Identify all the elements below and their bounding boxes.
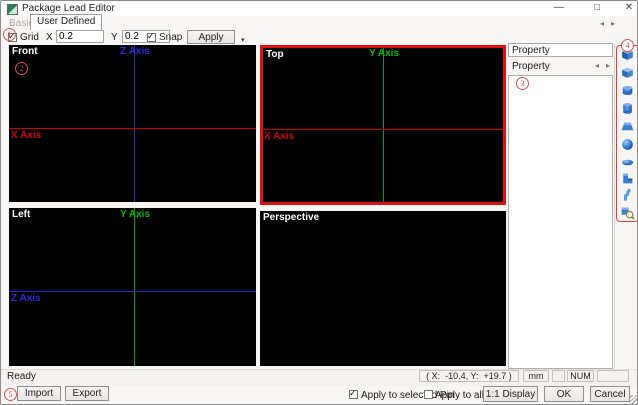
viewport-top-label: Top (266, 49, 284, 60)
property-grid[interactable] (508, 75, 613, 369)
left-z-axis-label: Z Axis (11, 293, 41, 304)
tab-user-defined[interactable]: User Defined (30, 14, 103, 30)
num-lock-indicator: NUM (567, 370, 594, 382)
status-message: Ready (7, 371, 36, 382)
y-label: Y (111, 32, 118, 43)
status-blank-cell-2 (597, 370, 629, 382)
window-title: Package Lead Editor (22, 3, 115, 14)
top-x-axis-label: X Axis (264, 131, 295, 142)
cursor-coordinates: ( X: -10.4, Y: +19.7 ) (419, 370, 519, 382)
viewport-front-label: Front (12, 46, 38, 57)
left-y-axis-label: Y Axis (119, 209, 151, 220)
property-tab[interactable]: Property (512, 61, 550, 72)
viewport-front[interactable]: Front Z Axis X Axis (9, 45, 256, 202)
grid-x-input[interactable] (56, 30, 104, 43)
viewport-left-label: Left (12, 209, 31, 220)
viewport-top[interactable]: Top Y Axis X Axis (260, 45, 506, 205)
left-y-axis-line (134, 208, 135, 366)
annotation-5: 5 (4, 388, 17, 401)
tab-scroll-right-icon[interactable]: ▸ (608, 19, 618, 29)
cancel-button[interactable]: Cancel (590, 386, 630, 402)
top-y-axis-label: Y Axis (368, 48, 400, 59)
package-lead-editor-window: Package Lead Editor — □ ✕ Basic User Def… (0, 0, 638, 405)
annotation-4-rectangle (616, 45, 637, 222)
annotation-2: 2 (15, 62, 28, 75)
toolbar-more-icon[interactable]: ▾ (241, 36, 245, 44)
apply-all-pins-checkbox[interactable] (424, 390, 433, 399)
panel-divider (614, 43, 615, 369)
units-indicator: mm (523, 370, 549, 382)
app-icon (7, 4, 18, 15)
maximize-button[interactable]: □ (589, 1, 605, 14)
snap-checkbox[interactable] (147, 31, 156, 42)
display-1to1-button[interactable]: 1:1 Display (483, 386, 538, 402)
viewport-perspective[interactable]: Perspective (260, 211, 506, 366)
property-panel-header: Property (508, 43, 613, 57)
property-scroll-left-icon[interactable]: ◂ (592, 61, 602, 71)
property-tab-row: Property ◂ ▸ (508, 59, 613, 74)
left-z-axis-line (9, 291, 256, 292)
grid-label: Grid (20, 32, 39, 43)
import-button[interactable]: Import (17, 386, 61, 401)
apply-button[interactable]: Apply (187, 30, 235, 44)
snap-label: Snap (159, 32, 183, 43)
property-scroll-right-icon[interactable]: ▸ (603, 61, 613, 71)
viewport-left[interactable]: Left Y Axis Z Axis (9, 208, 256, 366)
front-z-axis-line (134, 45, 135, 202)
front-z-axis-label: Z Axis (120, 46, 150, 57)
apply-selected-pin-checkbox[interactable] (349, 388, 358, 399)
status-blank-cell (552, 370, 565, 382)
annotation-4: 4 (621, 39, 634, 52)
export-button[interactable]: Export (65, 386, 109, 401)
x-label: X (46, 32, 53, 43)
top-x-axis-line (263, 129, 503, 130)
resize-grip[interactable] (629, 395, 637, 404)
top-y-axis-line (383, 48, 384, 202)
viewport-perspective-label: Perspective (263, 212, 320, 223)
tab-scroll-left-icon[interactable]: ◂ (597, 19, 607, 29)
front-x-axis-label: X Axis (11, 130, 42, 141)
minimize-button[interactable]: — (551, 1, 567, 14)
close-button[interactable]: ✕ (621, 1, 637, 14)
annotation-3: 3 (516, 77, 529, 90)
ok-button[interactable]: OK (544, 386, 584, 402)
annotation-1: 1 (3, 28, 16, 41)
front-x-axis-line (9, 128, 256, 129)
